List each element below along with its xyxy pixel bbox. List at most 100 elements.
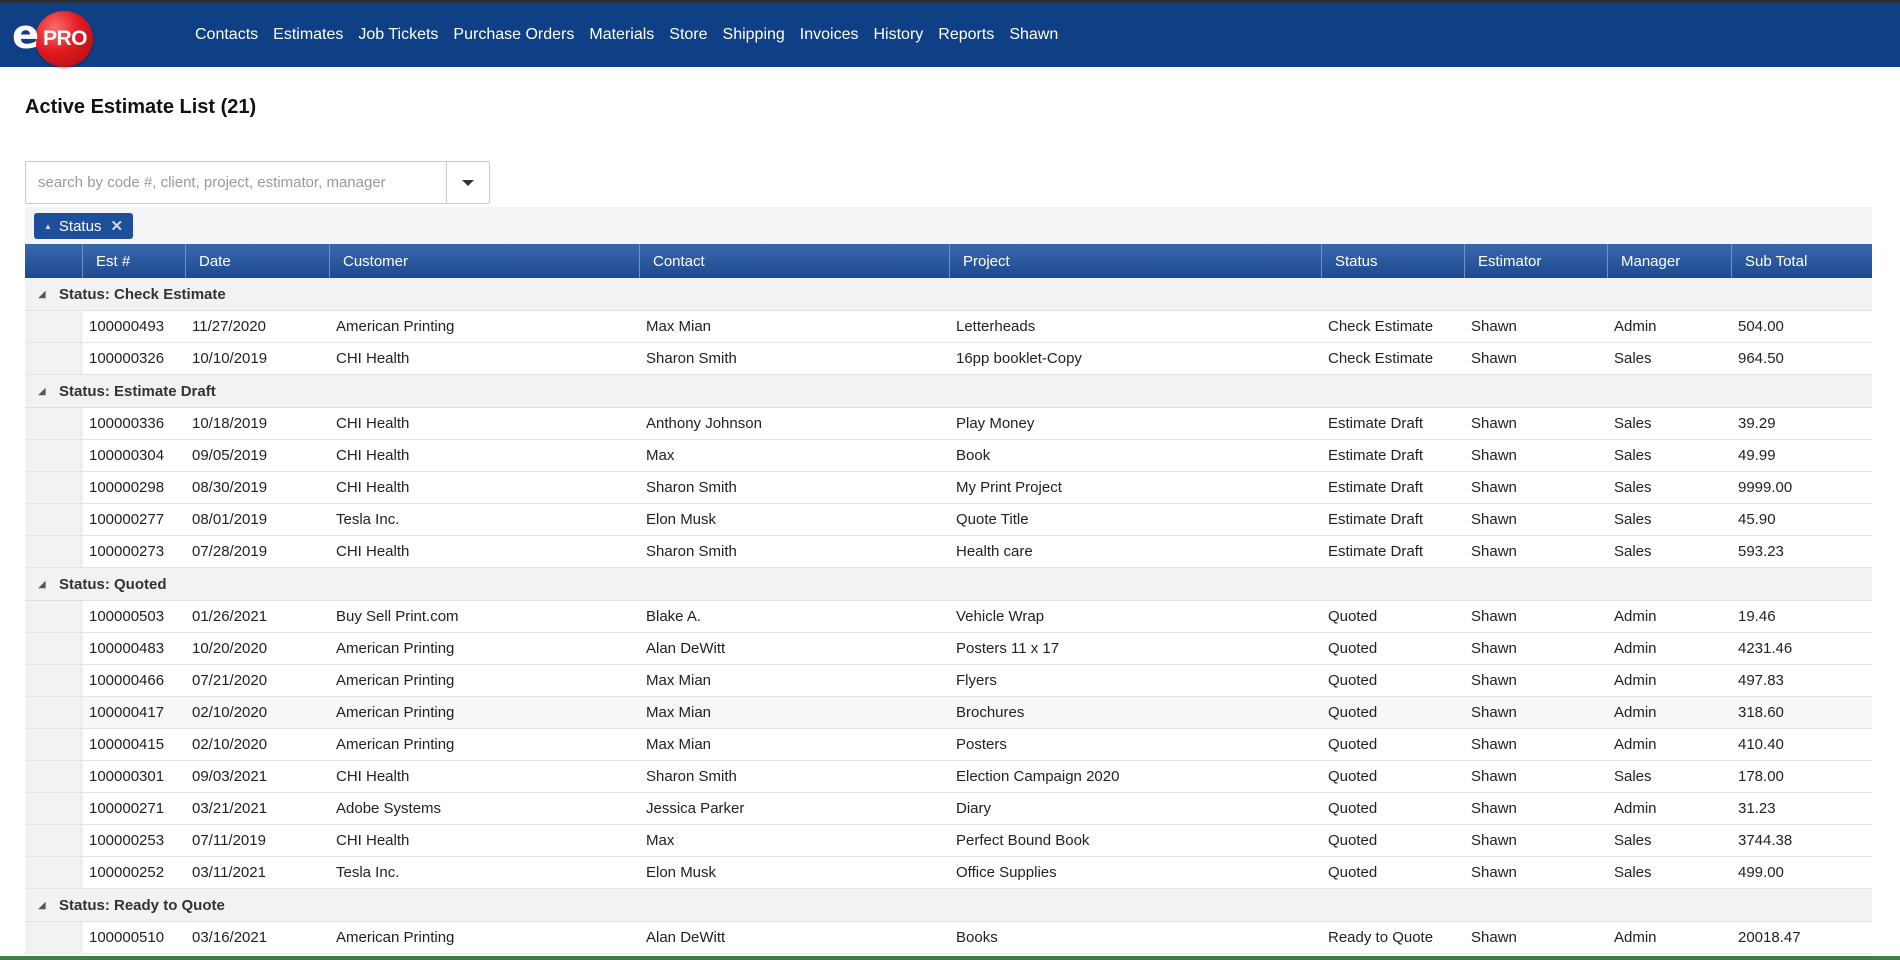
column-header-project[interactable]: Project (949, 244, 1321, 278)
column-header-manager[interactable]: Manager (1607, 244, 1731, 278)
group-label: Status: Ready to Quote (59, 896, 225, 914)
table-row[interactable]: 100000415 02/10/2020 American Printing Max … (25, 729, 1872, 761)
cell-est-number: 100000466 (89, 672, 165, 689)
column-header-sub-total[interactable]: Sub Total (1731, 244, 1872, 278)
nav-contacts[interactable]: Contacts (195, 26, 258, 44)
table-row[interactable]: 100000483 10/20/2020 American Printing Alan… (25, 633, 1872, 665)
table-row[interactable]: 100000273 07/28/2019 CHI Health Sharon Smit… (25, 536, 1872, 568)
cell-sub-total: 593.23 (1738, 543, 1784, 560)
cell-est-number: 100000252 (89, 864, 165, 881)
cell-manager: Sales (1614, 479, 1652, 496)
table-row[interactable]: 100000271 03/21/2021 Adobe Systems Jessica … (25, 793, 1872, 825)
row-indent (25, 793, 82, 824)
column-header-est-number[interactable]: Est # (82, 244, 185, 278)
cell-status: Quoted (1328, 640, 1378, 657)
epro-logo[interactable]: e PRO (12, 11, 96, 67)
cell-est-number: 100000277 (89, 511, 165, 528)
table-row[interactable]: 100000466 07/21/2020 American Printing Max … (25, 665, 1872, 697)
cell-manager: Sales (1614, 350, 1652, 367)
search-dropdown-button[interactable] (446, 162, 489, 203)
cell-sub-total: 4231.46 (1738, 640, 1793, 657)
cell-date: 01/26/2021 (192, 608, 268, 625)
column-header-date[interactable]: Date (185, 244, 329, 278)
nav-history[interactable]: History (874, 26, 924, 44)
table-row[interactable]: 100000252 03/11/2021 Tesla Inc. Elon Musk Of… (25, 857, 1872, 889)
nav-reports[interactable]: Reports (938, 26, 994, 44)
nav-estimates[interactable]: Estimates (273, 26, 343, 44)
cell-sub-total: 39.29 (1738, 415, 1776, 432)
cell-est-number: 100000503 (89, 608, 165, 625)
cell-customer: Buy Sell Print.com (336, 608, 459, 625)
cell-date: 09/03/2021 (192, 768, 268, 785)
table-row[interactable]: 100000298 08/30/2019 CHI Health Sharon Smit… (25, 472, 1872, 504)
remove-group-icon[interactable]: ✕ (110, 217, 123, 235)
table-row[interactable]: 100000304 09/05/2019 CHI Health Max Book Esti… (25, 440, 1872, 472)
cell-est-number: 100000273 (89, 543, 165, 560)
table-row[interactable]: 100000326 10/10/2019 CHI Health Sharon Smit… (25, 343, 1872, 375)
cell-customer: CHI Health (336, 832, 410, 849)
row-indent (25, 633, 82, 664)
cell-manager: Admin (1614, 318, 1657, 335)
cell-est-number: 100000304 (89, 447, 165, 464)
nav-job-tickets[interactable]: Job Tickets (358, 26, 438, 44)
nav-shipping[interactable]: Shipping (723, 26, 785, 44)
cell-customer: American Printing (336, 672, 455, 689)
table-row[interactable]: 100000277 08/01/2019 Tesla Inc. Elon Musk Qu… (25, 504, 1872, 536)
cell-project: 16pp booklet-Copy (956, 350, 1082, 367)
nav-invoices[interactable]: Invoices (800, 26, 859, 44)
column-header-status[interactable]: Status (1321, 244, 1464, 278)
cell-project: Brochures (956, 704, 1025, 721)
collapse-triangle-icon[interactable]: ◢ (25, 386, 59, 397)
table-row[interactable]: 100000253 07/11/2019 CHI Health Max Perfect … (25, 825, 1872, 857)
cell-status: Estimate Draft (1328, 511, 1424, 528)
cell-estimator: Shawn (1471, 608, 1517, 625)
group-chip-status[interactable]: ▲ Status ✕ (34, 213, 134, 239)
search-input[interactable] (26, 162, 446, 203)
row-indent (25, 343, 82, 374)
collapse-triangle-icon[interactable]: ◢ (25, 579, 59, 590)
scroll-area[interactable] (1872, 67, 1900, 960)
sort-asc-icon[interactable]: ▲ (44, 222, 52, 231)
collapse-triangle-icon[interactable]: ◢ (25, 900, 59, 911)
cell-manager: Sales (1614, 415, 1652, 432)
grid-body: ◢ Status: Check Estimate 100000493 11/27/20… (25, 278, 1872, 954)
nav-materials[interactable]: Materials (589, 26, 654, 44)
cell-manager: Admin (1614, 704, 1657, 721)
cell-status: Quoted (1328, 832, 1378, 849)
collapse-triangle-icon[interactable]: ◢ (25, 289, 59, 300)
cell-date: 03/16/2021 (192, 929, 268, 946)
cell-status: Estimate Draft (1328, 447, 1424, 464)
group-label: Status: Quoted (59, 575, 167, 593)
cell-est-number: 100000326 (89, 350, 165, 367)
table-row[interactable]: 100000493 11/27/2020 American Printing Max … (25, 311, 1872, 343)
nav-shawn[interactable]: Shawn (1009, 26, 1058, 44)
cell-contact: Elon Musk (646, 511, 717, 528)
nav-store[interactable]: Store (669, 26, 707, 44)
cell-sub-total: 31.23 (1738, 800, 1776, 817)
cell-status: Estimate Draft (1328, 415, 1424, 432)
column-header-contact[interactable]: Contact (639, 244, 949, 278)
cell-project: Letterheads (956, 318, 1036, 335)
cell-status: Estimate Draft (1328, 479, 1424, 496)
table-row[interactable]: 100000417 02/10/2020 American Printing Max … (25, 697, 1872, 729)
cell-sub-total: 504.00 (1738, 318, 1784, 335)
cell-project: Flyers (956, 672, 997, 689)
table-row[interactable]: 100000301 09/03/2021 CHI Health Sharon Smit… (25, 761, 1872, 793)
column-header-estimator[interactable]: Estimator (1464, 244, 1607, 278)
cell-estimator: Shawn (1471, 864, 1517, 881)
cell-contact: Alan DeWitt (646, 929, 726, 946)
cell-date: 08/30/2019 (192, 479, 268, 496)
cell-contact: Max Mian (646, 704, 712, 721)
cell-customer: Adobe Systems (336, 800, 442, 817)
table-row[interactable]: 100000510 03/16/2021 American Printing Alan… (25, 922, 1872, 954)
cell-contact: Alan DeWitt (646, 640, 726, 657)
column-header-customer[interactable]: Customer (329, 244, 639, 278)
cell-date: 03/11/2021 (192, 864, 266, 881)
cell-project: My Print Project (956, 479, 1062, 496)
table-row[interactable]: 100000503 01/26/2021 Buy Sell Print.com Bla… (25, 601, 1872, 633)
nav-purchase-orders[interactable]: Purchase Orders (453, 26, 574, 44)
cell-project: Perfect Bound Book (956, 832, 1090, 849)
table-row[interactable]: 100000336 10/18/2019 CHI Health Anthony Joh… (25, 408, 1872, 440)
cell-customer: CHI Health (336, 768, 410, 785)
row-indent (25, 665, 82, 696)
